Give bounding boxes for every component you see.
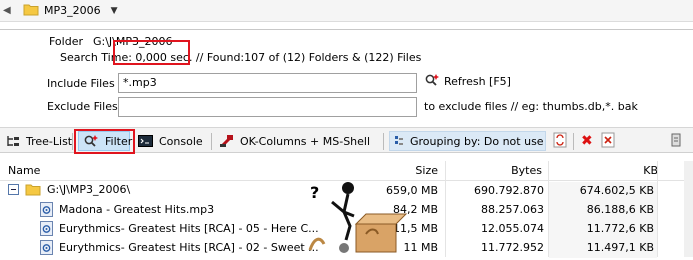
grouping-button[interactable]: Grouping by: Do not use <box>389 131 546 151</box>
row-kb: 86.188,6 KB <box>586 203 654 216</box>
header-name[interactable]: Name <box>8 164 40 177</box>
delete-button[interactable]: ✖ <box>581 131 593 151</box>
find-refresh-icon <box>424 73 440 90</box>
clear-button[interactable] <box>601 131 615 151</box>
exclude-files-input[interactable] <box>118 97 417 117</box>
grouping-label: Grouping by: Do not use <box>410 134 544 148</box>
toolbar-divider <box>573 133 574 150</box>
header-kb[interactable]: KB <box>608 164 658 177</box>
row-name-text: Madona - Greatest Hits.mp3 <box>59 203 215 216</box>
collapse-icon[interactable] <box>8 184 19 195</box>
back-arrow-icon[interactable]: ◀ <box>3 5 17 16</box>
filter-label: Filter <box>105 134 133 148</box>
row-name-text: G:\J\MP3_2006\ <box>47 183 131 196</box>
refresh-button[interactable]: Refresh [F5] <box>424 73 511 90</box>
row-name: G:\J\MP3_2006\ <box>8 183 130 196</box>
row-name: Madona - Greatest Hits.mp3 <box>40 202 214 217</box>
tree-list-label: Tree-List <box>26 134 73 148</box>
toolbar: Tree-List Filter Console OK-Columns + MS… <box>0 127 693 153</box>
toolbar-divider <box>72 133 73 150</box>
row-kb: 674.602,5 KB <box>579 184 654 197</box>
row-bytes: 11.772.952 <box>481 241 544 254</box>
delete-icon: ✖ <box>581 133 593 149</box>
exclude-hint: to exclude files // eg: thumbs.db,*. bak <box>424 100 638 113</box>
extra-button[interactable] <box>670 131 682 151</box>
filter-panel: Folder G:\J\MP3_2006 Search Time: 0,000 … <box>0 30 693 125</box>
row-bytes: 88.257.063 <box>481 203 544 216</box>
toolbar-divider <box>211 133 212 150</box>
audio-file-icon <box>40 240 53 255</box>
folder-label: Folder <box>49 35 83 48</box>
column-header: Name Size Bytes KB <box>0 161 693 181</box>
tree-list-button[interactable]: Tree-List <box>6 131 72 151</box>
path-title[interactable]: MP3_2006 <box>44 4 101 17</box>
refresh-icon-button[interactable] <box>553 131 567 151</box>
toolbar-divider <box>383 133 384 150</box>
mascot-illustration: ? <box>304 180 414 260</box>
folder-path: G:\J\MP3_2006 <box>93 35 173 48</box>
console-button[interactable]: Console <box>138 131 203 151</box>
path-bar: ◀ MP3_2006 ▼ <box>0 0 693 22</box>
clear-icon <box>601 132 615 151</box>
ok-columns-button[interactable]: OK-Columns + MS-Shell <box>219 131 370 151</box>
filter-button[interactable]: Filter <box>78 131 133 151</box>
filter-icon <box>83 134 99 148</box>
row-bytes: 690.792.870 <box>474 184 544 197</box>
include-files-label: Include Files <box>47 77 115 90</box>
grouping-icon <box>394 135 404 148</box>
row-name: Eurythmics- Greatest Hits [RCA] - 05 - H… <box>40 221 319 236</box>
console-icon <box>138 135 153 147</box>
vertical-scrollbar[interactable] <box>684 161 693 257</box>
row-kb: 11.772,6 KB <box>586 222 654 235</box>
ok-columns-icon <box>219 134 234 148</box>
folder-icon <box>23 3 39 19</box>
svg-text:?: ? <box>310 183 319 202</box>
include-files-input[interactable]: *.mp3 <box>118 73 417 93</box>
row-name-text: Eurythmics- Greatest Hits [RCA] - 02 - S… <box>59 241 319 254</box>
extra-icon <box>670 132 682 151</box>
refresh-label: Refresh [F5] <box>444 75 511 88</box>
console-label: Console <box>159 134 203 148</box>
row-name-text: Eurythmics- Greatest Hits [RCA] - 05 - H… <box>59 222 319 235</box>
tree-list-icon <box>6 135 20 148</box>
row-name: Eurythmics- Greatest Hits [RCA] - 02 - S… <box>40 240 319 255</box>
folder-icon <box>25 183 41 196</box>
ok-columns-label: OK-Columns + MS-Shell <box>240 134 371 148</box>
search-stats: Search Time: 0,000 sec. // Found:107 of … <box>60 51 422 64</box>
audio-file-icon <box>40 221 53 236</box>
chevron-down-icon[interactable]: ▼ <box>111 6 118 16</box>
header-bytes[interactable]: Bytes <box>476 164 542 177</box>
row-bytes: 12.055.074 <box>481 222 544 235</box>
row-kb: 11.497,1 KB <box>586 241 654 254</box>
exclude-files-label: Exclude Files <box>47 100 118 113</box>
audio-file-icon <box>40 202 53 217</box>
header-size[interactable]: Size <box>398 164 438 177</box>
refresh-icon <box>553 132 567 151</box>
